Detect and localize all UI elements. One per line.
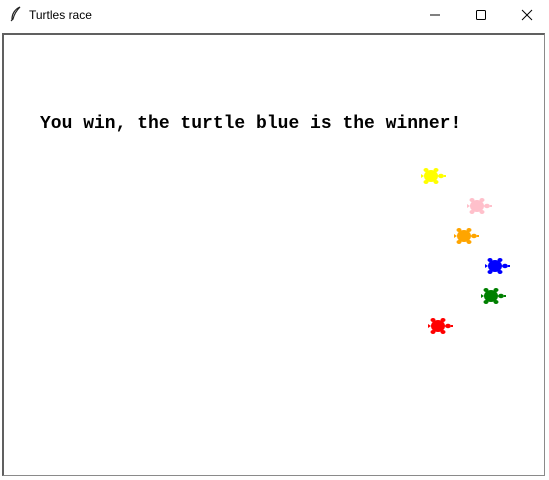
- turtle-canvas: [2, 33, 545, 476]
- app-window: Turtles race You win, the turtle blue is…: [0, 0, 549, 480]
- turtle-green: [481, 288, 506, 304]
- close-button[interactable]: [504, 0, 549, 29]
- close-icon: [521, 9, 533, 20]
- title-bar[interactable]: Turtles race: [0, 0, 549, 31]
- maximize-button[interactable]: [458, 0, 504, 29]
- minimize-button[interactable]: [412, 0, 458, 29]
- maximize-icon: [476, 9, 486, 20]
- window-title: Turtles race: [29, 8, 92, 22]
- winner-message: You win, the turtle blue is the winner!: [40, 114, 462, 134]
- turtle-blue: [485, 258, 510, 274]
- minimize-icon: [430, 14, 440, 15]
- turtle-yellow: [421, 168, 446, 184]
- turtle-orange: [454, 228, 479, 244]
- feather-icon: [10, 6, 21, 22]
- turtle-red: [428, 318, 453, 334]
- turtle-pink: [467, 198, 492, 214]
